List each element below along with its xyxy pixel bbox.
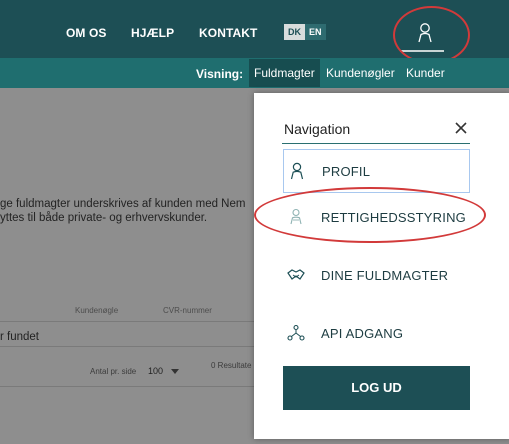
close-icon[interactable] [455,122,467,134]
nav-link-kontakt[interactable]: KONTAKT [199,26,257,40]
tab-kunder[interactable]: Kunder [401,59,450,87]
intro-text-line2: yttes til både private- og erhvervskunde… [0,212,208,224]
intro-text-line1: ge fuldmagter underskrives af kunden med… [0,198,246,210]
nav-link-hjaelp[interactable]: HJÆLP [131,26,174,40]
table-row-divider [0,346,254,347]
network-icon [287,324,305,342]
nav-item-dine-fuldmagter[interactable]: DINE FULDMAGTER [283,253,470,297]
pager-divider [0,386,254,387]
top-bar: OM OS HJÆLP KONTAKT DK EN [0,0,509,64]
lang-en-button[interactable]: EN [305,24,326,40]
empty-results-text: r fundet [0,331,39,343]
view-label: Visning: [196,67,244,81]
navigation-modal: Navigation PROFIL RETTIGHEDSSTYRING DINE… [254,93,509,439]
lang-dk-button[interactable]: DK [284,24,305,40]
nav-item-label: PROFIL [322,163,371,179]
tab-kundenogler[interactable]: Kundenøgler [321,59,400,87]
chevron-down-icon[interactable] [171,369,179,374]
highlight-circle-user [393,6,470,64]
nav-item-api-adgang[interactable]: API ADGANG [283,311,470,355]
navigation-title: Navigation [284,121,351,137]
logout-button[interactable]: LOG UD [283,366,470,410]
user-icon [288,162,306,180]
nav-item-label: DINE FULDMAGTER [321,267,449,283]
highlight-circle-rettighedsstyring [254,187,486,243]
tab-fuldmagter[interactable]: Fuldmagter [249,59,320,87]
column-header-cvr: CVR-nummer [163,306,212,315]
results-count: 0 Resultate [211,361,252,370]
nav-item-label: API ADGANG [321,325,404,341]
handshake-icon [287,266,305,284]
language-switcher: DK EN [284,24,326,40]
table-header-divider [0,321,254,322]
view-bar: Visning: Fuldmagter Kundenøgler Kunder [0,58,509,88]
column-header-kundenogle: Kundenøgle [75,306,119,315]
per-page-select[interactable]: 100 [148,366,163,376]
per-page-label: Antal pr. side [90,367,137,376]
nav-link-om-os[interactable]: OM OS [66,26,107,40]
navigation-divider [282,143,470,144]
